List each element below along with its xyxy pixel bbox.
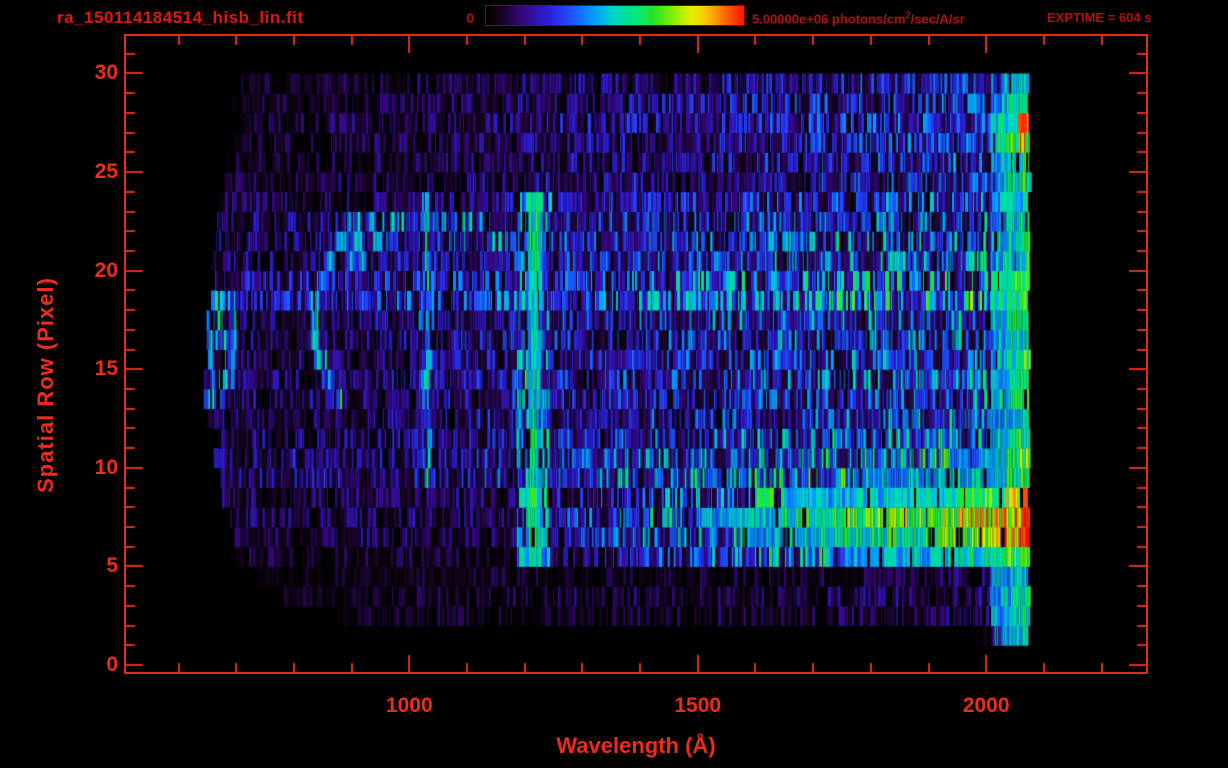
colorbar-gradient	[485, 5, 745, 26]
y-tick-label: 20	[58, 259, 118, 283]
x-tick-label: 1500	[653, 694, 743, 718]
x-tick-label: 2000	[941, 694, 1031, 718]
y-axis-title: Spatial Row (Pixel)	[33, 277, 59, 493]
y-tick-label: 25	[58, 160, 118, 184]
file-name: ra_150114184514_hisb_lin.fit	[57, 8, 304, 28]
spectrogram-viewer: ra_150114184514_hisb_lin.fit 0 5.00000e+…	[0, 0, 1228, 768]
y-tick-label: 10	[58, 456, 118, 480]
plot-frame	[124, 34, 1148, 674]
x-axis-title: Wavelength (Å)	[556, 733, 715, 759]
exposure-time-label: EXPTIME = 604 s	[1047, 10, 1151, 25]
y-tick-label: 30	[58, 61, 118, 85]
colorbar-min-label: 0	[458, 10, 474, 26]
y-tick-label: 0	[58, 653, 118, 677]
y-tick-label: 5	[58, 554, 118, 578]
x-tick-label: 1000	[364, 694, 454, 718]
y-tick-label: 15	[58, 357, 118, 381]
colorbar-units-tail: /sec/A/sr	[911, 11, 965, 26]
colorbar-max-label: 5.00000e+06 photons/cm2/sec/A/sr	[752, 10, 965, 26]
colorbar-max-value: 5.00000e+06 photons/cm	[752, 11, 906, 26]
